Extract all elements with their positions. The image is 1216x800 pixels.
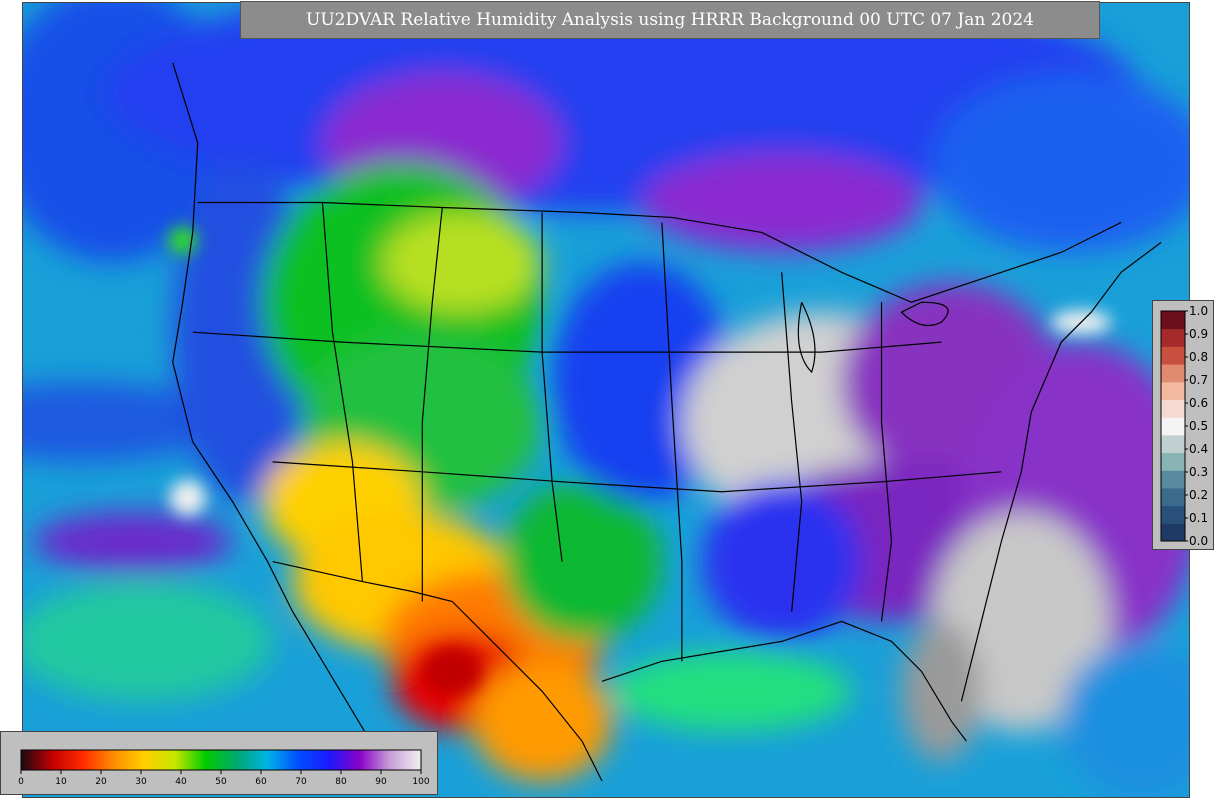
value-colorbar-cell: [1161, 417, 1185, 436]
value-tick-label: 0.5: [1189, 419, 1208, 433]
value-colorbar-cell: [1161, 328, 1185, 347]
map-canvas: [23, 3, 1189, 797]
rh-tick-label: 50: [215, 777, 227, 787]
value-tick-label: 0.0: [1189, 534, 1208, 548]
value-tick-label: 0.4: [1189, 442, 1208, 456]
value-colorbar-cell: [1161, 452, 1185, 471]
value-tick-label: 1.0: [1189, 304, 1208, 318]
rh-colorbar-gradient: [20, 749, 422, 771]
rh-tick-label: 90: [375, 777, 387, 787]
rh-tick-label: 0: [18, 777, 24, 787]
value-colorbar-cell: [1161, 399, 1185, 418]
value-colorbar-cell: [1161, 470, 1185, 489]
value-colorbar-cell: [1161, 346, 1185, 365]
rh-tick-label: 20: [95, 777, 107, 787]
value-colorbar-cell: [1161, 505, 1185, 524]
value-colorbar: 1.0 0.9 0.8 0.7 0.6 0.5 0.4 0.3 0.2 0.1 0.0: [1152, 300, 1214, 550]
value-tick-label: 0.9: [1189, 327, 1208, 341]
value-colorbar-cell: [1161, 311, 1185, 330]
rh-tick-label: 60: [255, 777, 267, 787]
rh-colorbar: 0 10 20 30 40 50 60 70 80 90 100: [0, 731, 438, 795]
value-colorbar-ticks: 1.0 0.9 0.8 0.7 0.6 0.5 0.4 0.3 0.2 0.1 0.0: [1185, 304, 1208, 548]
rh-tick-label: 40: [175, 777, 187, 787]
rh-analysis-map: [22, 2, 1190, 798]
value-colorbar-svg: 1.0 0.9 0.8 0.7 0.6 0.5 0.4 0.3 0.2 0.1 0.0: [1160, 304, 1208, 548]
value-colorbar-cell: [1161, 364, 1185, 383]
value-tick-label: 0.3: [1189, 465, 1208, 479]
value-colorbar-cell: [1161, 487, 1185, 507]
value-tick-label: 0.2: [1189, 488, 1208, 502]
value-tick-label: 0.8: [1189, 350, 1208, 364]
value-colorbar-cell: [1161, 523, 1185, 542]
rh-tick-label: 80: [335, 777, 347, 787]
rh-tick-label: 100: [412, 777, 429, 787]
value-colorbar-cell: [1161, 381, 1185, 400]
map-title: UU2DVAR Relative Humidity Analysis using…: [240, 1, 1100, 39]
rh-tick-label: 70: [295, 777, 307, 787]
value-tick-label: 0.6: [1189, 396, 1208, 410]
rh-colorbar-ticks: 0 10 20 30 40 50 60 70 80 90 100: [18, 770, 430, 787]
value-tick-label: 0.1: [1189, 511, 1208, 525]
value-tick-label: 0.7: [1189, 373, 1208, 387]
value-colorbar-cell: [1161, 434, 1185, 454]
rh-tick-label: 10: [55, 777, 67, 787]
rh-tick-label: 30: [135, 777, 147, 787]
rh-colorbar-svg: 0 10 20 30 40 50 60 70 80 90 100: [18, 749, 430, 787]
value-colorbar-cells: [1160, 310, 1186, 542]
